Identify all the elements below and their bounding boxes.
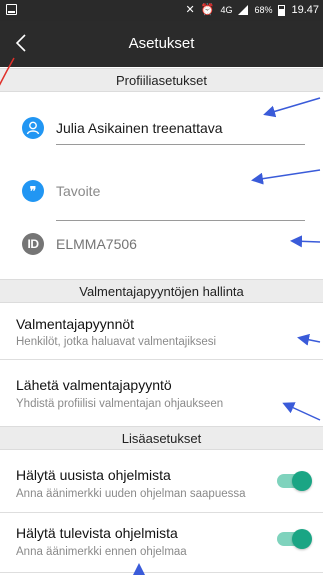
user-icon bbox=[22, 117, 44, 139]
toggle-knob bbox=[292, 471, 312, 491]
section-header-profile: Profiiliasetukset bbox=[0, 68, 323, 92]
send-coach-request-item[interactable]: Lähetä valmentajapyyntö Yhdistä profiili… bbox=[0, 360, 323, 422]
status-bar: ✕ ⏰ 4G 68% 19.47 bbox=[0, 0, 323, 21]
alert-upcoming-programs-toggle[interactable] bbox=[277, 529, 312, 549]
id-badge-icon: ID bbox=[22, 233, 44, 255]
battery-percent: 68% bbox=[254, 5, 273, 15]
coach-requests-subtitle: Henkilöt, jotka haluavat valmentajiksesi bbox=[16, 336, 217, 348]
profile-name-field[interactable]: Julia Asikainen treenattava bbox=[56, 120, 223, 136]
alert-new-programs-subtitle: Anna äänimerkki uuden ohjelman saapuessa bbox=[16, 488, 246, 500]
coach-requests-title: Valmentajapyynnöt bbox=[16, 316, 135, 332]
divider bbox=[0, 572, 323, 573]
alert-upcoming-programs-subtitle: Anna äänimerkki ennen ohjelmaa bbox=[16, 546, 187, 558]
clock: 19.47 bbox=[291, 4, 319, 16]
notification-icon bbox=[6, 4, 17, 15]
quote-icon: ❞ bbox=[22, 180, 44, 202]
alert-upcoming-programs-item[interactable]: Hälytä tulevista ohjelmista Anna äänimer… bbox=[0, 513, 323, 571]
profile-goal-row[interactable]: ❞ Tavoite bbox=[0, 171, 323, 221]
section-header-coach: Valmentajapyyntöjen hallinta bbox=[0, 279, 323, 303]
coach-requests-item[interactable]: Valmentajapyynnöt Henkilöt, jotka haluav… bbox=[0, 304, 323, 358]
section-header-more: Lisäasetukset bbox=[0, 426, 323, 450]
profile-id-code: ELMMA7506 bbox=[56, 236, 137, 252]
mute-icon: ✕ bbox=[185, 4, 195, 16]
alert-new-programs-toggle[interactable] bbox=[277, 471, 312, 491]
goal-underline bbox=[56, 220, 305, 221]
alarm-icon: ⏰ bbox=[200, 4, 215, 16]
profile-name-row[interactable]: Julia Asikainen treenattava bbox=[0, 106, 323, 152]
send-coach-request-subtitle: Yhdistä profiilisi valmentajan ohjauksee… bbox=[16, 398, 224, 410]
profile-id-row: ID ELMMA7506 bbox=[0, 228, 323, 274]
alert-new-programs-title: Hälytä uusista ohjelmista bbox=[16, 467, 171, 483]
alert-upcoming-programs-title: Hälytä tulevista ohjelmista bbox=[16, 525, 178, 541]
alert-new-programs-item[interactable]: Hälytä uusista ohjelmista Anna äänimerkk… bbox=[0, 451, 323, 511]
signal-icon bbox=[238, 5, 249, 15]
goal-field[interactable]: Tavoite bbox=[56, 183, 100, 199]
profile-name-underline bbox=[56, 144, 305, 145]
app-bar: Asetukset bbox=[0, 21, 323, 67]
page-title: Asetukset bbox=[128, 35, 195, 52]
toggle-knob bbox=[292, 529, 312, 549]
send-coach-request-title: Lähetä valmentajapyyntö bbox=[16, 377, 172, 393]
network-type: 4G bbox=[220, 5, 233, 15]
battery-icon bbox=[278, 4, 286, 16]
